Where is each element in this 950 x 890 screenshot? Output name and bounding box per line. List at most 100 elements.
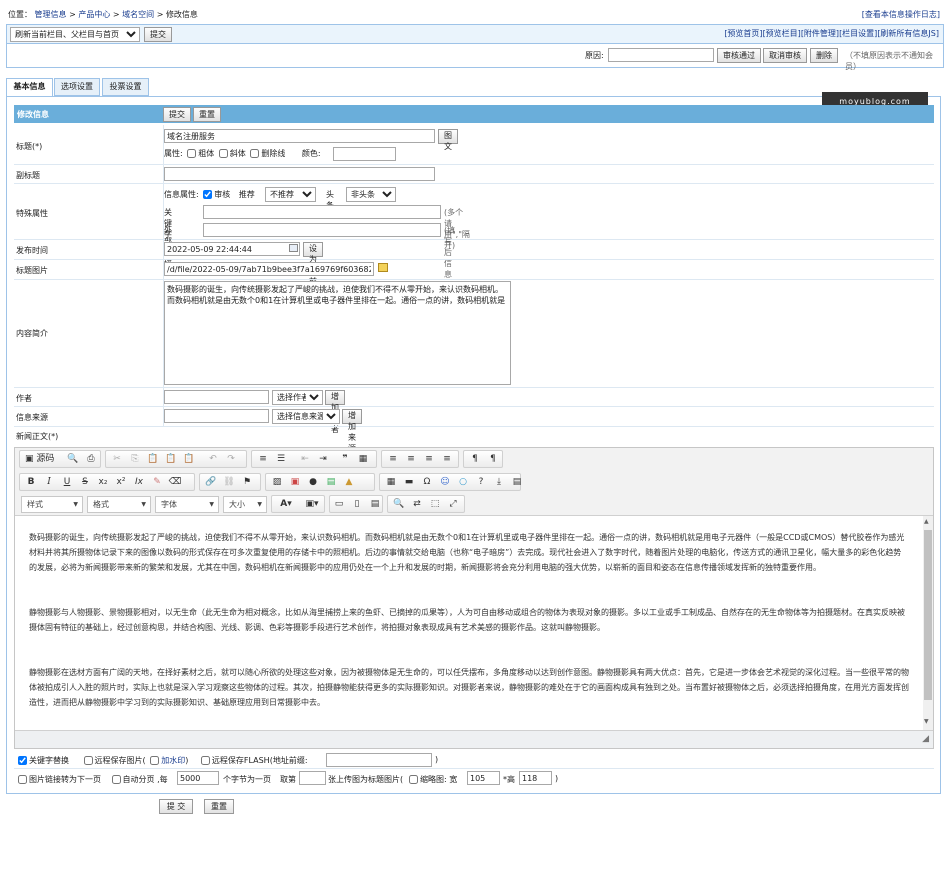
select-all-icon[interactable]: ⬚ xyxy=(426,496,444,512)
tab-options[interactable]: 选项设置 xyxy=(54,78,100,96)
image-select-icon[interactable] xyxy=(378,263,388,272)
keyword-replace-checkbox[interactable] xyxy=(18,756,27,765)
bubble-icon[interactable]: ○ xyxy=(454,474,472,490)
author-input[interactable] xyxy=(164,390,269,404)
smiley-icon[interactable]: ☺ xyxy=(436,474,454,490)
breadcrumb-item-manage[interactable]: 管理信息 xyxy=(35,10,67,19)
author-select[interactable]: 选择作者 xyxy=(272,390,323,405)
title-input[interactable] xyxy=(164,129,435,143)
chars-per-page-input[interactable] xyxy=(177,771,219,785)
link-icon[interactable]: 🔗 xyxy=(202,474,220,490)
superscript-icon[interactable]: x² xyxy=(112,474,130,490)
strike-checkbox[interactable] xyxy=(250,149,260,158)
subscript-icon[interactable]: x₂ xyxy=(94,474,112,490)
keyword-input[interactable] xyxy=(203,205,441,219)
size-combo[interactable]: 大小 ▼ xyxy=(223,496,267,513)
blockquote-icon[interactable]: ❞ xyxy=(336,451,354,467)
subtitle-input[interactable] xyxy=(164,167,435,181)
fullscreen-icon[interactable]: ⤢ xyxy=(444,496,462,512)
paste-text-icon[interactable]: 📋 xyxy=(162,451,180,467)
page-break-icon[interactable]: ⤓ xyxy=(490,474,508,490)
resize-handle-icon[interactable]: ◢ xyxy=(922,734,929,744)
font-combo[interactable]: 字体 ▼ xyxy=(155,496,219,513)
bold-checkbox[interactable] xyxy=(187,149,197,158)
format-combo[interactable]: 格式 ▼ xyxy=(87,496,151,513)
horizontal-rule-icon[interactable]: ▬ xyxy=(400,474,418,490)
find-icon[interactable]: 🔍 xyxy=(390,496,408,512)
align-justify-icon[interactable]: ≡ xyxy=(438,451,456,467)
refresh-js-link[interactable]: [刷新所有信息JS] xyxy=(877,29,939,38)
headline-select[interactable]: 非头条 xyxy=(346,187,396,202)
media-icon[interactable]: ● xyxy=(304,474,322,490)
indent-icon[interactable]: ⇥ xyxy=(314,451,332,467)
column-settings-link[interactable]: [栏目设置] xyxy=(839,29,877,38)
align-right-icon[interactable]: ≡ xyxy=(420,451,438,467)
view-log-link[interactable]: [查看本信息操作日志] xyxy=(862,8,940,22)
new-page-icon[interactable]: ▯ xyxy=(348,496,366,512)
add-source-button[interactable]: 增加来源 xyxy=(342,409,362,453)
summary-textarea[interactable]: 数码摄影的诞生，向传统摄影发起了严峻的挑战，迫使我们不得不从零开始，来认识数码相… xyxy=(164,281,511,385)
source-input[interactable] xyxy=(164,409,269,423)
code-icon[interactable]: ▤ xyxy=(508,474,526,490)
file-icon[interactable]: ▤ xyxy=(322,474,340,490)
audit-cancel-button[interactable]: 取消审核 xyxy=(763,48,807,63)
underline-icon[interactable]: U xyxy=(58,474,76,490)
set-current-time-button[interactable]: 设为当前时间 xyxy=(303,242,323,308)
remove-format-icon[interactable]: Ix xyxy=(130,474,148,490)
copy-icon[interactable]: ⎘ xyxy=(126,451,144,467)
rtl-icon[interactable]: ¶ xyxy=(484,451,502,467)
image-text-button[interactable]: 图文 xyxy=(438,129,458,151)
preview-column-link[interactable]: [预览栏目] xyxy=(763,29,801,38)
preview-home-link[interactable]: [预览首页] xyxy=(724,29,762,38)
form-submit-button[interactable]: 提交 xyxy=(163,107,191,122)
recommend-select[interactable]: 不推荐 xyxy=(265,187,316,202)
text-color-icon[interactable]: A▾ xyxy=(274,496,298,512)
outdent-icon[interactable]: ⇤ xyxy=(296,451,314,467)
replace-icon[interactable]: ⇄ xyxy=(408,496,426,512)
audit-pass-button[interactable]: 审核通过 xyxy=(717,48,761,63)
insert-file-icon[interactable]: ▲ xyxy=(340,474,358,490)
tab-basic[interactable]: 基本信息 xyxy=(6,78,53,97)
paste-word-icon[interactable]: 📋 xyxy=(180,451,198,467)
image-icon[interactable]: ▨ xyxy=(268,474,286,490)
flash-prefix-input[interactable] xyxy=(326,753,432,767)
audit-checkbox[interactable] xyxy=(203,190,213,199)
special-char-icon[interactable]: Ω xyxy=(418,474,436,490)
thumb-height-input[interactable] xyxy=(519,771,552,785)
reason-input[interactable] xyxy=(608,48,714,62)
delete-button[interactable]: 删除 xyxy=(810,48,838,63)
tab-vote[interactable]: 投票设置 xyxy=(102,78,149,96)
source-select[interactable]: 选择信息来源 xyxy=(272,409,340,424)
italic-icon[interactable]: I xyxy=(40,474,58,490)
attachment-link[interactable]: [附件管理] xyxy=(801,29,839,38)
unlink-icon[interactable]: ⛓ xyxy=(220,474,238,490)
print-icon[interactable]: ⎙ xyxy=(82,451,100,467)
bottom-reset-button[interactable]: 重置 xyxy=(204,799,234,814)
cut-icon[interactable]: ✂ xyxy=(108,451,126,467)
refresh-select[interactable]: 刷新当前栏目、父栏目与首页 xyxy=(10,27,140,42)
watermark-checkbox[interactable] xyxy=(150,756,160,765)
remote-flash-checkbox[interactable] xyxy=(200,756,210,765)
italic-checkbox[interactable] xyxy=(218,149,228,158)
calendar-icon[interactable] xyxy=(289,244,298,252)
numbered-list-icon[interactable]: ≡ xyxy=(254,451,272,467)
bulleted-list-icon[interactable]: ☰ xyxy=(272,451,290,467)
bold-icon[interactable]: B xyxy=(22,474,40,490)
pubtime-input[interactable] xyxy=(164,242,300,256)
add-author-button[interactable]: 增加作者 xyxy=(325,390,345,434)
title-image-input[interactable] xyxy=(164,262,374,276)
style-combo[interactable]: 样式 ▼ xyxy=(21,496,83,513)
align-left-icon[interactable]: ≡ xyxy=(384,451,402,467)
bg-color-icon[interactable]: ▣▾ xyxy=(300,496,324,512)
clear-style-icon[interactable]: ⌫ xyxy=(166,474,184,490)
form-reset-button[interactable]: 重置 xyxy=(193,107,221,122)
template-icon[interactable]: ▤ xyxy=(366,496,384,512)
refresh-submit-button[interactable]: 提交 xyxy=(144,27,172,42)
take-index-input[interactable] xyxy=(299,771,326,785)
undo-icon[interactable]: ↶ xyxy=(204,451,222,467)
paste-icon[interactable]: 📋 xyxy=(144,451,162,467)
breadcrumb-item-products[interactable]: 产品中心 xyxy=(78,10,110,19)
preview-icon[interactable]: 🔍 xyxy=(64,451,82,467)
maximize-doc-icon[interactable]: ▭ xyxy=(330,496,348,512)
strike-icon[interactable]: S xyxy=(76,474,94,490)
